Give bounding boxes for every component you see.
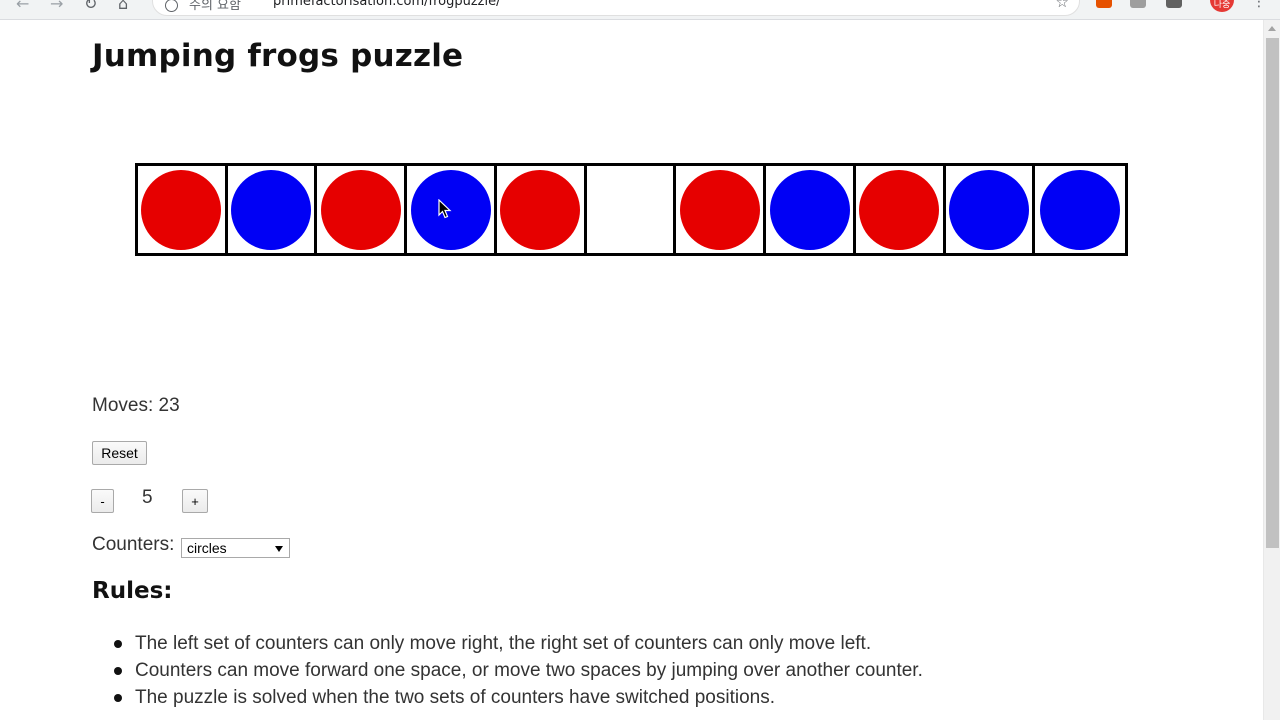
url-security-label: 주의 요함 bbox=[189, 0, 241, 13]
page-title: Jumping frogs puzzle bbox=[92, 38, 464, 74]
vertical-scrollbar[interactable] bbox=[1263, 20, 1280, 720]
home-icon[interactable]: ⌂ bbox=[118, 0, 128, 13]
moves-label: Moves: bbox=[92, 395, 159, 416]
extension-icon[interactable] bbox=[1096, 0, 1112, 8]
browser-menu-icon[interactable]: ⋮ bbox=[1252, 0, 1266, 10]
url-text[interactable]: primefactorisation.com/frogpuzzle/ bbox=[273, 0, 500, 9]
reload-icon[interactable]: ↻ bbox=[84, 0, 97, 13]
board-cell[interactable] bbox=[1035, 166, 1126, 253]
bookmark-star-icon[interactable]: ☆ bbox=[1056, 0, 1069, 11]
red-counter[interactable] bbox=[679, 169, 760, 250]
board-cell[interactable] bbox=[138, 166, 228, 253]
blue-counter[interactable] bbox=[769, 169, 850, 250]
dropdown-arrow-icon bbox=[275, 546, 283, 552]
rule-text: Counters can move forward one space, or … bbox=[135, 660, 923, 681]
rule-text: The left set of counters can only move r… bbox=[135, 633, 872, 654]
mouse-pointer-icon bbox=[438, 199, 452, 219]
counters-label: Counters: bbox=[92, 534, 175, 555]
rules-heading: Rules: bbox=[92, 578, 173, 604]
increase-counters-button[interactable]: + bbox=[182, 489, 208, 513]
blue-counter[interactable] bbox=[948, 169, 1029, 250]
profile-avatar[interactable]: 나중 bbox=[1210, 0, 1234, 12]
extension-icon[interactable] bbox=[1130, 0, 1146, 8]
puzzle-board bbox=[135, 163, 1128, 256]
blue-counter[interactable] bbox=[231, 169, 312, 250]
board-cell[interactable] bbox=[407, 166, 497, 253]
board-cell[interactable] bbox=[496, 166, 587, 253]
board-cell[interactable] bbox=[317, 166, 408, 253]
rules-list: The left set of counters can only move r… bbox=[114, 630, 923, 711]
scroll-up-arrow-icon[interactable] bbox=[1268, 26, 1276, 31]
info-icon[interactable] bbox=[165, 0, 178, 12]
counter-count-value: 5 bbox=[142, 487, 153, 508]
back-icon[interactable]: ← bbox=[16, 0, 29, 13]
scroll-thumb[interactable] bbox=[1266, 38, 1279, 548]
board-cell[interactable] bbox=[227, 166, 318, 253]
board-cell[interactable] bbox=[945, 166, 1036, 253]
board-cell-empty[interactable] bbox=[586, 166, 677, 253]
red-counter[interactable] bbox=[500, 169, 581, 250]
board-cell[interactable] bbox=[766, 166, 856, 253]
moves-counter: Moves: 23 bbox=[92, 395, 180, 417]
forward-icon[interactable]: → bbox=[50, 0, 63, 13]
extension-icon[interactable] bbox=[1166, 0, 1182, 8]
bullet-icon bbox=[114, 694, 122, 702]
blue-counter[interactable] bbox=[1040, 169, 1121, 250]
counters-select-value: circles bbox=[187, 540, 227, 556]
moves-value: 23 bbox=[158, 395, 180, 416]
address-bar[interactable]: 주의 요함 primefactorisation.com/frogpuzzle/… bbox=[152, 0, 1080, 16]
red-counter[interactable] bbox=[141, 169, 222, 250]
rule-item: The puzzle is solved when the two sets o… bbox=[114, 684, 923, 711]
board-cell[interactable] bbox=[855, 166, 946, 253]
reset-button[interactable]: Reset bbox=[92, 441, 147, 465]
browser-toolbar: ← → ↻ ⌂ 주의 요함 primefactorisation.com/fro… bbox=[0, 0, 1280, 20]
board-cell[interactable] bbox=[676, 166, 767, 253]
rule-text: The puzzle is solved when the two sets o… bbox=[135, 687, 776, 708]
rule-item: Counters can move forward one space, or … bbox=[114, 657, 923, 684]
bullet-icon bbox=[114, 667, 122, 675]
red-counter[interactable] bbox=[320, 169, 401, 250]
rule-item: The left set of counters can only move r… bbox=[114, 630, 923, 657]
red-counter[interactable] bbox=[859, 169, 940, 250]
decrease-counters-button[interactable]: - bbox=[91, 489, 114, 513]
counters-select[interactable]: circles bbox=[181, 538, 290, 558]
bullet-icon bbox=[114, 640, 122, 648]
